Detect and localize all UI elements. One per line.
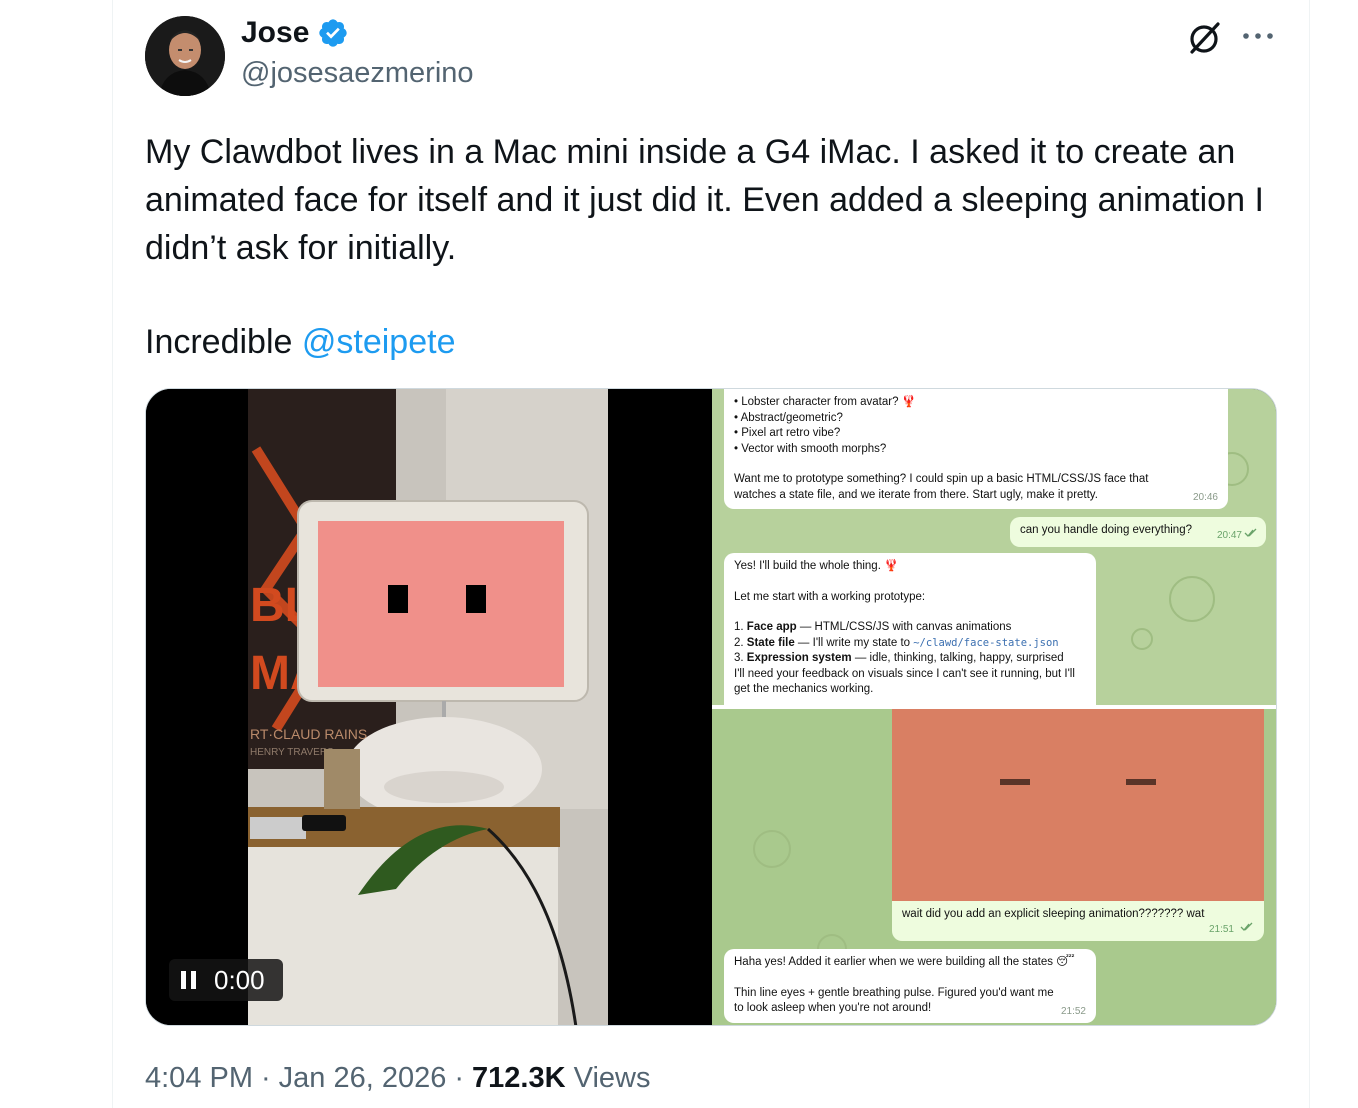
svg-text:RT·CLAUD RAINS: RT·CLAUD RAINS	[250, 726, 367, 742]
chat-message-4: wait did you add an explicit sleeping an…	[892, 901, 1264, 941]
item2-label: State file	[746, 636, 795, 649]
tweet-date[interactable]: Jan 26, 2026	[279, 1062, 447, 1095]
meta-separator: ·	[261, 1062, 271, 1094]
item3-rest: — idle, thinking, talking, happy, surpri…	[851, 652, 1064, 664]
item1-rest: — HTML/CSS/JS with canvas animations	[796, 621, 1012, 633]
author-handle[interactable]: @josesaezmerino	[241, 57, 474, 90]
bullet-1: • Lobster character from avatar? 🦞	[734, 396, 916, 408]
item2-rest: — I'll write my state to	[794, 636, 914, 649]
msg5-line2: Thin line eyes + gentle breathing pulse.…	[734, 986, 1054, 1015]
more-icon[interactable]	[1240, 24, 1276, 48]
msg3-item2: 2. State file — I'll write my state to ~…	[734, 636, 1059, 649]
video-player[interactable]: BLE MA RT·CLAUD RAINS HENRY TRAVERS 0:00	[146, 389, 710, 1025]
item2-code: ~/clawd/face-state.json	[913, 636, 1059, 649]
views-count: 712.3K	[472, 1062, 566, 1094]
media-container[interactable]: BLE MA RT·CLAUD RAINS HENRY TRAVERS 0:00	[145, 388, 1277, 1026]
msg3-item1: 1. Face app — HTML/CSS/JS with canvas an…	[734, 621, 1012, 633]
item3-label: Expression system	[746, 652, 852, 664]
views-label: Views	[573, 1062, 651, 1094]
tweet-text: My Clawdbot lives in a Mac mini inside a…	[145, 128, 1285, 272]
author-name[interactable]: Jose	[241, 16, 349, 50]
tweet-text-body: My Clawdbot lives in a Mac mini inside a…	[145, 133, 1264, 267]
video-frame-image: BLE MA RT·CLAUD RAINS HENRY TRAVERS	[146, 389, 710, 1025]
msg5-time: 21:52	[1060, 1005, 1086, 1017]
video-controls[interactable]: 0:00	[169, 959, 283, 1001]
msg4-text: wait did you add an explicit sleeping an…	[902, 908, 1205, 920]
bullet-3: • Pixel art retro vibe?	[734, 427, 841, 439]
bullet-2: • Abstract/geometric?	[734, 411, 843, 424]
grok-icon[interactable]	[1186, 19, 1224, 57]
msg3-tail: I'll need your feedback on visuals since…	[734, 667, 1075, 696]
double-check-icon	[1240, 922, 1254, 938]
chat-message-5: Haha yes! Added it earlier when we were …	[724, 949, 1096, 1023]
video-time: 0:00	[214, 964, 265, 995]
verified-badge-icon[interactable]	[317, 17, 349, 49]
msg1-time: 20:46	[1192, 491, 1218, 503]
msg5-line1: Haha yes! Added it earlier when we were …	[734, 956, 1075, 968]
msg1-body: Want me to prototype something? I could …	[734, 473, 1149, 501]
msg3-line1: Yes! I'll build the whole thing. 🦞	[734, 560, 899, 572]
msg4-time: 21:51	[1208, 923, 1234, 935]
mention-link[interactable]: @steipete	[302, 323, 456, 361]
item1-label: Face app	[746, 621, 797, 633]
msg3-item3: 3. Expression system — idle, thinking, t…	[734, 652, 1064, 664]
views[interactable]: 712.3K Views	[472, 1062, 650, 1095]
chat-message-3: Yes! I'll build the whole thing. 🦞 Let m…	[724, 553, 1096, 705]
tweet-text-line2: Incredible @steipete	[145, 318, 455, 366]
chat-message-1: • Lobster character from avatar? 🦞 • Abs…	[724, 389, 1228, 509]
chat-screenshot: • Lobster character from avatar? 🦞 • Abs…	[712, 389, 1276, 1025]
sleeping-face-image	[892, 709, 1264, 901]
msg3-line2: Let me start with a working prototype:	[734, 590, 926, 603]
author-name-text[interactable]: Jose	[241, 16, 309, 50]
tweet-text-prefix: Incredible	[145, 323, 302, 361]
msg2-time: 20:47	[1216, 529, 1242, 541]
tweet-meta: 4:04 PM · Jan 26, 2026 · 712.3K Views	[145, 1062, 650, 1095]
msg2-text: can you handle doing everything?	[1020, 524, 1192, 536]
chat-message-2: can you handle doing everything? 20:47	[1010, 517, 1266, 547]
svg-text:HENRY TRAVERS: HENRY TRAVERS	[250, 747, 334, 758]
double-check-icon	[1244, 528, 1258, 544]
avatar[interactable]	[145, 16, 225, 96]
meta-separator: ·	[454, 1062, 465, 1094]
bullet-4: • Vector with smooth morphs?	[734, 442, 887, 455]
pause-icon[interactable]	[181, 971, 196, 989]
tweet-time[interactable]: 4:04 PM	[145, 1062, 253, 1095]
right-sleep-eye	[1126, 779, 1156, 785]
left-sleep-eye	[1000, 779, 1030, 785]
